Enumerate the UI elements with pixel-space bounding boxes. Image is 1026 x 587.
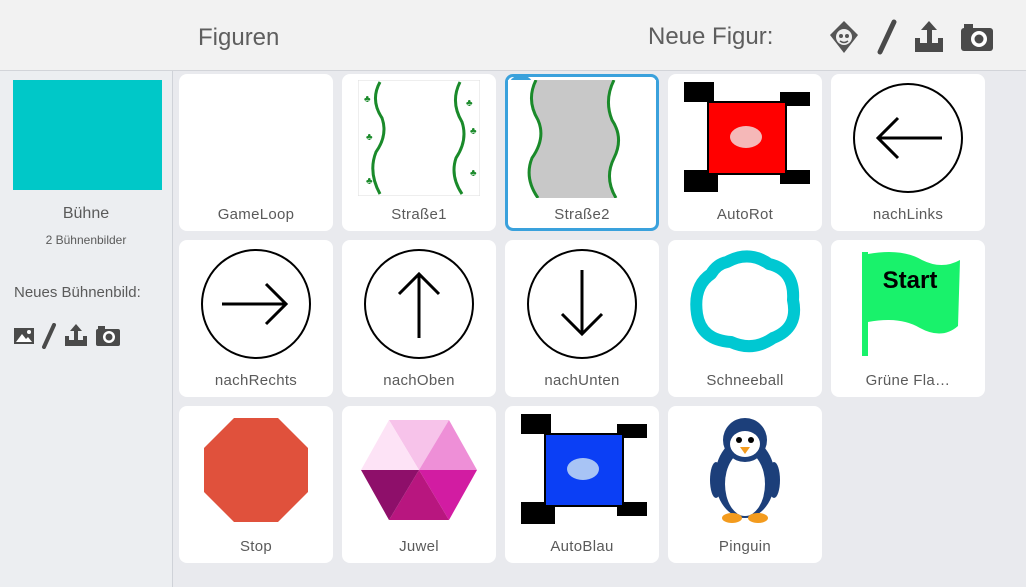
sprites-header: Figuren Neue Figur: bbox=[172, 0, 1026, 71]
sprite-tile-pinguin[interactable]: Pinguin bbox=[668, 406, 822, 563]
sprite-library-icon[interactable] bbox=[826, 19, 862, 55]
new-sprite-tools bbox=[826, 15, 994, 59]
jewel-icon bbox=[342, 410, 496, 530]
sprite-tile-strasse1[interactable]: ♣ ♣ ♣ ♣ ♣ ♣ Straße1 bbox=[342, 74, 496, 231]
road-gray-icon bbox=[508, 79, 656, 199]
sprite-pane: Bühne 2 Bühnenbilder Neues Bühnenbild: F… bbox=[0, 0, 1026, 587]
backdrop-library-icon[interactable] bbox=[13, 326, 35, 346]
sprite-label: GameLoop bbox=[217, 206, 295, 223]
sprite-label: Straße2 bbox=[554, 206, 610, 223]
flag-text: Start bbox=[883, 267, 938, 294]
penguin-icon bbox=[668, 410, 822, 530]
sprite-label: Stop bbox=[239, 538, 273, 555]
svg-text:♣: ♣ bbox=[470, 168, 477, 179]
svg-text:♣: ♣ bbox=[366, 176, 373, 187]
sprite-label: AutoBlau bbox=[550, 538, 614, 555]
sprite-label: nachRechts bbox=[214, 372, 298, 389]
sprite-tile-nachrechts[interactable]: nachRechts bbox=[179, 240, 333, 397]
sprite-label: Pinguin bbox=[718, 538, 772, 555]
sprite-label: Schneeball bbox=[706, 372, 784, 389]
sprite-label: nachUnten bbox=[544, 372, 620, 389]
stage-name: Bühne bbox=[62, 205, 110, 222]
sprite-label: nachOben bbox=[383, 372, 455, 389]
svg-text:♣: ♣ bbox=[470, 126, 477, 137]
sprite-tile-schneeball[interactable]: Schneeball bbox=[668, 240, 822, 397]
blank-thumbnail bbox=[179, 78, 333, 198]
upload-icon[interactable] bbox=[63, 324, 89, 348]
sprite-label: Straße1 bbox=[391, 206, 447, 223]
arrow-right-icon bbox=[179, 244, 333, 364]
svg-text:♣: ♣ bbox=[466, 98, 473, 109]
road-icon: ♣ ♣ ♣ ♣ ♣ ♣ bbox=[342, 78, 496, 198]
svg-text:♣: ♣ bbox=[364, 94, 371, 105]
sprite-tile-nachoben[interactable]: nachOben bbox=[342, 240, 496, 397]
stage-panel-header bbox=[0, 0, 172, 71]
sprite-tile-juwel[interactable]: Juwel bbox=[342, 406, 496, 563]
stage-panel: Bühne 2 Bühnenbilder Neues Bühnenbild: bbox=[0, 0, 173, 587]
sprite-label: nachLinks bbox=[872, 206, 944, 223]
sprite-tile-gruene-flagge[interactable]: Start Grüne Fla… bbox=[831, 240, 985, 397]
stage-thumbnail[interactable] bbox=[13, 80, 162, 190]
new-backdrop-tools bbox=[13, 318, 121, 354]
sprite-tile-gameloop[interactable]: GameLoop bbox=[179, 74, 333, 231]
new-sprite-label: Neue Figur: bbox=[648, 23, 774, 50]
svg-text:♣: ♣ bbox=[366, 132, 373, 143]
sprite-tile-stop[interactable]: Stop bbox=[179, 406, 333, 563]
sprite-tile-nachunten[interactable]: nachUnten bbox=[505, 240, 659, 397]
snowball-icon bbox=[668, 244, 822, 364]
sprite-tile-strasse2[interactable]: i Straße2 bbox=[505, 74, 659, 231]
red-car-icon bbox=[668, 78, 822, 198]
sprite-tile-autorot[interactable]: AutoRot bbox=[668, 74, 822, 231]
sprite-tile-nachlinks[interactable]: nachLinks bbox=[831, 74, 985, 231]
arrow-up-icon bbox=[342, 244, 496, 364]
arrow-left-icon bbox=[831, 78, 985, 198]
sprites-title: Figuren bbox=[198, 24, 280, 51]
new-backdrop-label: Neues Bühnenbild: bbox=[14, 284, 141, 301]
camera-icon[interactable] bbox=[960, 22, 994, 52]
paint-brush-icon[interactable] bbox=[876, 19, 898, 55]
stop-octagon-icon bbox=[179, 410, 333, 530]
backdrop-count: 2 Bühnenbilder bbox=[45, 233, 127, 247]
upload-icon[interactable] bbox=[912, 20, 946, 54]
sprite-tile-autoblau[interactable]: AutoBlau bbox=[505, 406, 659, 563]
blue-car-icon bbox=[505, 410, 659, 530]
sprite-label: Juwel bbox=[399, 538, 439, 555]
sprite-label: Grüne Fla… bbox=[865, 372, 951, 389]
camera-icon[interactable] bbox=[95, 325, 121, 347]
paint-brush-icon[interactable] bbox=[41, 323, 57, 349]
arrow-down-icon bbox=[505, 244, 659, 364]
sprite-label: AutoRot bbox=[716, 206, 774, 223]
green-flag-icon: Start bbox=[831, 244, 985, 364]
